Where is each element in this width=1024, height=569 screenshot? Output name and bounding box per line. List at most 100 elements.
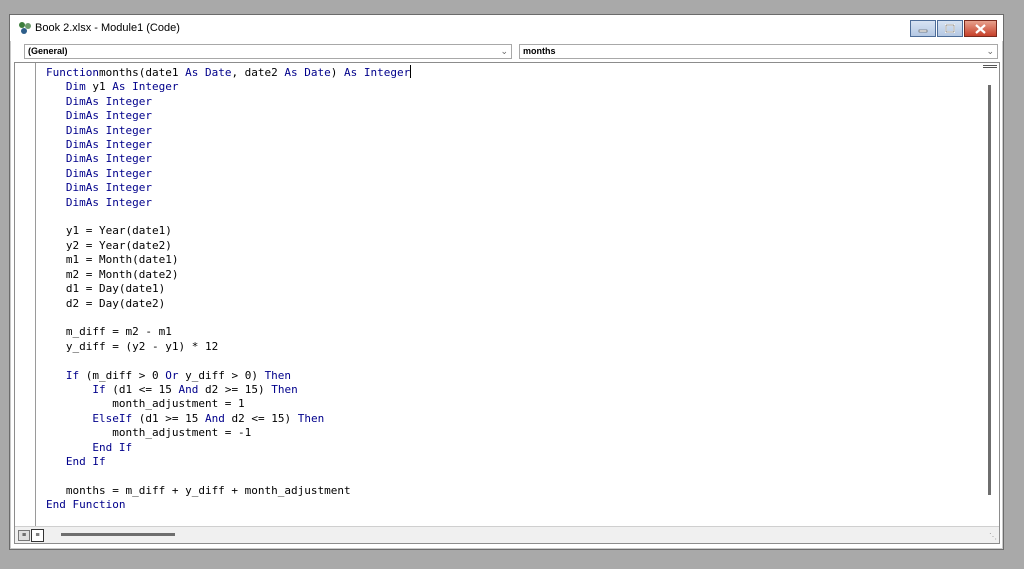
chevron-down-icon: ⌄ [500,46,508,56]
code-line[interactable]: d1 = Day(date1) [46,282,411,296]
code-token: y2 = Year(date2) [46,238,172,252]
code-line[interactable]: month_adjustment = -1 [46,426,411,440]
code-window: Book 2.xlsx - Module1 (Code) (General) ⌄… [9,14,1004,550]
code-token: month_adjustment = 1 [46,397,245,411]
code-line[interactable]: If (d1 <= 15 And d2 >= 15) Then [46,383,411,397]
code-line[interactable] [46,210,411,224]
vba-module-icon [19,22,31,34]
code-line[interactable]: End Function [46,498,411,512]
code-line[interactable]: Functionmonths(date1 As Date, date2 As D… [46,65,412,80]
code-token: m_diff = m2 - m1 [46,325,172,339]
resize-grip-icon[interactable]: ⋱ [989,532,997,541]
code-token: months = m_diff + y_diff + month_adjustm… [46,483,351,497]
code-line[interactable]: m_diff = m2 - m1 [46,325,411,339]
code-line[interactable]: m1 = Month(date1) [46,253,411,267]
keyword-token: As Integer [85,152,152,166]
code-line[interactable]: End If [46,441,411,455]
close-button[interactable] [964,20,997,37]
text-cursor [410,65,412,78]
code-line[interactable]: m2 = Month(date2) [46,268,411,282]
code-line[interactable]: y_diff = (y2 - y1) * 12 [46,340,411,354]
horizontal-scrollbar[interactable]: ≡ ≡ ⋱ [15,526,999,543]
vertical-scroll-thumb[interactable] [988,85,991,495]
code-line[interactable]: month_adjustment = 1 [46,397,411,411]
keyword-token: Then [264,368,292,382]
title-bar[interactable]: Book 2.xlsx - Module1 (Code) [10,15,1003,41]
keyword-token: As Date [284,66,331,79]
keyword-token: As Integer [85,138,152,152]
horizontal-scroll-thumb[interactable] [61,533,175,536]
code-line[interactable] [46,311,411,325]
keyword-token: Dim [65,94,86,108]
code-token: month_adjustment = -1 [46,426,252,440]
procedure-view-button[interactable]: ≡ [18,530,30,541]
code-token: y_diff > 0) [178,368,265,382]
code-line[interactable]: If (m_diff > 0 Or y_diff > 0) Then [46,369,411,383]
keyword-token: And [178,382,199,396]
code-editor[interactable]: Functionmonths(date1 As Date, date2 As D… [14,62,1000,544]
keyword-token: End If [92,440,133,454]
code-token: (d1 <= 15 [105,382,179,396]
keyword-token: As Integer [85,94,152,108]
keyword-token: Or [165,368,179,382]
code-line[interactable]: DimAs Integer [46,138,411,152]
minimize-button[interactable] [910,20,936,37]
keyword-token: Dim [65,195,86,209]
keyword-token: Dim [65,80,86,94]
margin-indicator-bar[interactable] [15,63,36,527]
code-line[interactable]: y2 = Year(date2) [46,239,411,253]
code-line[interactable]: DimAs Integer [46,167,411,181]
keyword-token: Function [46,66,99,79]
code-line[interactable]: d2 = Day(date2) [46,297,411,311]
code-token: d2 >= 15) [198,382,272,396]
window-title: Book 2.xlsx - Module1 (Code) [35,22,180,34]
code-line[interactable]: DimAs Integer [46,95,411,109]
code-line[interactable]: ElseIf (d1 >= 15 And d2 <= 15) Then [46,412,411,426]
procedure-dropdown[interactable]: months ⌄ [519,44,998,59]
keyword-token: Dim [65,123,86,137]
keyword-token: As Integer [344,66,411,79]
code-line[interactable]: y1 = Year(date1) [46,224,411,238]
minimize-icon [918,29,928,32]
code-line[interactable]: DimAs Integer [46,152,411,166]
code-line[interactable]: Dim y1 As Integer [46,80,411,94]
vertical-scrollbar[interactable] [981,63,999,527]
chevron-down-icon: ⌄ [986,46,994,56]
keyword-token: As Integer [85,166,152,180]
code-token: m1 = Month(date1) [46,253,179,267]
object-dropdown[interactable]: (General) ⌄ [24,44,512,59]
code-token: , date2 [231,66,285,79]
split-handle[interactable] [983,65,997,68]
keyword-token: Then [271,382,298,396]
full-module-view-button[interactable]: ≡ [31,529,44,542]
code-line[interactable]: DimAs Integer [46,181,411,195]
code-token: d2 = Day(date2) [46,296,166,310]
code-line[interactable] [46,354,411,368]
object-dropdown-value: (General) [28,46,68,56]
code-line[interactable]: DimAs Integer [46,196,411,210]
code-line[interactable]: DimAs Integer [46,124,411,138]
keyword-token: And [204,411,225,425]
keyword-token: End If [65,454,106,468]
code-text[interactable]: Functionmonths(date1 As Date, date2 As D… [46,65,412,513]
code-token: y1 [85,80,113,94]
keyword-token: As Integer [85,181,152,195]
code-token: y_diff = (y2 - y1) * 12 [46,339,219,353]
code-line[interactable]: End If [46,455,411,469]
keyword-token: If [92,382,106,396]
code-line[interactable]: months = m_diff + y_diff + month_adjustm… [46,484,411,498]
keyword-token: As Integer [85,195,152,209]
code-line[interactable] [46,469,411,483]
code-line[interactable]: DimAs Integer [46,109,411,123]
maximize-button[interactable] [937,20,963,37]
